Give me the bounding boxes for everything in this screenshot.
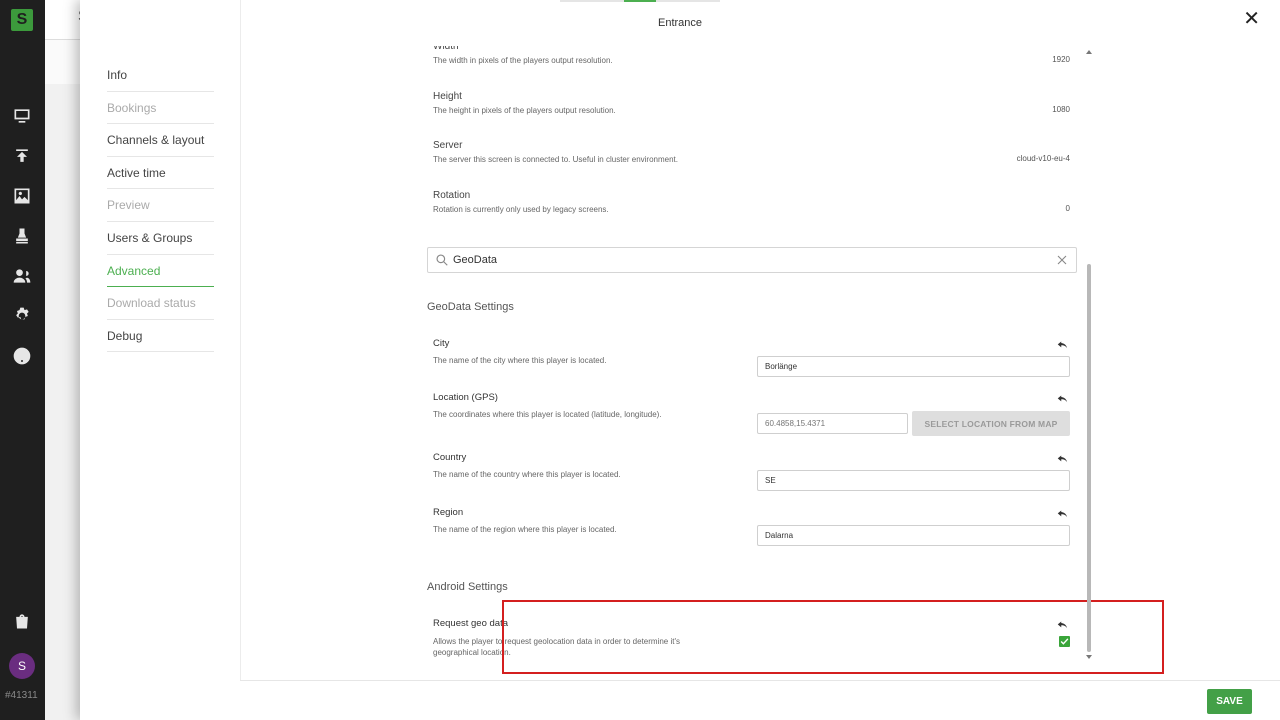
setting-label: City — [433, 338, 450, 349]
nav-item-users-groups[interactable]: Users & Groups — [107, 222, 214, 255]
country-field[interactable] — [757, 470, 1070, 491]
image-icon[interactable] — [12, 186, 32, 206]
nav-item-active-time[interactable]: Active time — [107, 157, 214, 190]
screen-settings-modal: Entrance ✕ Info Bookings Channels & layo… — [80, 0, 1280, 720]
bag-icon[interactable] — [12, 611, 32, 631]
setting-value: cloud-v10-eu-4 — [1016, 154, 1070, 163]
select-location-button[interactable]: SELECT LOCATION FROM MAP — [912, 411, 1070, 436]
setting-rotation: Rotation Rotation is currently only used… — [433, 190, 1070, 214]
gear-icon[interactable] — [12, 306, 32, 326]
geodata-heading: GeoData Settings — [427, 301, 514, 313]
settings-search — [427, 247, 1077, 273]
setting-height: Height The height in pixels of the playe… — [433, 91, 1070, 115]
setting-label: Rotation — [433, 190, 471, 201]
settings-nav: Info Bookings Channels & layout Active t… — [107, 59, 214, 353]
search-input[interactable] — [453, 252, 1033, 268]
top-tab-active — [624, 0, 656, 2]
nav-item-bookings[interactable]: Bookings — [107, 92, 214, 125]
setting-label: Height — [433, 91, 462, 102]
modal-title: Entrance — [657, 17, 703, 29]
app-logo[interactable]: S — [11, 9, 33, 31]
setting-label: Server — [433, 140, 463, 151]
setting-value: 1080 — [1052, 105, 1070, 114]
upload-icon[interactable] — [12, 146, 32, 166]
users-icon[interactable] — [12, 266, 32, 286]
setting-location: Location (GPS) The coordinates where thi… — [433, 392, 1070, 436]
clear-search-icon[interactable] — [1056, 254, 1068, 266]
region-field[interactable] — [757, 525, 1070, 546]
nav-item-download-status[interactable]: Download status — [107, 287, 214, 320]
nav-item-debug[interactable]: Debug — [107, 320, 214, 353]
account-id: #41311 — [5, 690, 38, 701]
search-icon — [436, 254, 448, 266]
background-page: S — [45, 0, 89, 720]
background-subheader — [45, 40, 80, 84]
setting-description: The width in pixels of the players outpu… — [433, 56, 613, 65]
android-heading: Android Settings — [427, 581, 508, 593]
close-icon[interactable]: ✕ — [1243, 9, 1260, 29]
scrollbar[interactable] — [1085, 50, 1092, 660]
setting-description: The height in pixels of the players outp… — [433, 106, 616, 115]
undo-icon[interactable] — [1056, 507, 1070, 521]
gps-field[interactable] — [757, 413, 908, 434]
nav-item-channels-layout[interactable]: Channels & layout — [107, 124, 214, 157]
setting-label: Country — [433, 452, 467, 463]
top-tab-indicator — [560, 0, 720, 2]
setting-city: City The name of the city where this pla… — [433, 338, 1070, 377]
setting-server: Server The server this screen is connect… — [433, 140, 1070, 164]
undo-icon[interactable] — [1056, 338, 1070, 352]
help-icon[interactable] — [12, 346, 32, 366]
modal-footer: SAVE — [240, 680, 1280, 720]
setting-label: Width — [433, 41, 459, 52]
nav-item-advanced[interactable]: Advanced — [107, 255, 214, 288]
monitor-icon[interactable] — [12, 106, 32, 126]
setting-width: Width The width in pixels of the players… — [433, 41, 1070, 65]
background-header: S — [45, 0, 89, 40]
scrollbar-thumb[interactable] — [1087, 264, 1091, 652]
undo-icon[interactable] — [1056, 392, 1070, 406]
setting-description: The server this screen is connected to. … — [433, 155, 678, 164]
scroll-up-icon[interactable] — [1086, 50, 1092, 54]
setting-description: Rotation is currently only used by legac… — [433, 205, 609, 214]
nav-divider — [240, 0, 241, 720]
setting-value: 1920 — [1052, 55, 1070, 64]
setting-region: Region The name of the region where this… — [433, 507, 1070, 546]
avatar[interactable]: S — [9, 653, 35, 679]
save-button[interactable]: SAVE — [1207, 689, 1252, 714]
setting-label: Region — [433, 507, 464, 518]
highlight-box — [502, 600, 1164, 674]
undo-icon[interactable] — [1056, 452, 1070, 466]
app-rail: S S #41311 — [0, 0, 45, 720]
nav-item-preview[interactable]: Preview — [107, 189, 214, 222]
setting-value: 0 — [1065, 204, 1070, 213]
city-field[interactable] — [757, 356, 1070, 377]
nav-item-info[interactable]: Info — [107, 59, 214, 92]
setting-label: Location (GPS) — [433, 392, 498, 403]
setting-country: Country The name of the country where th… — [433, 452, 1070, 491]
stamp-icon[interactable] — [12, 226, 32, 246]
scroll-down-icon[interactable] — [1086, 655, 1092, 659]
